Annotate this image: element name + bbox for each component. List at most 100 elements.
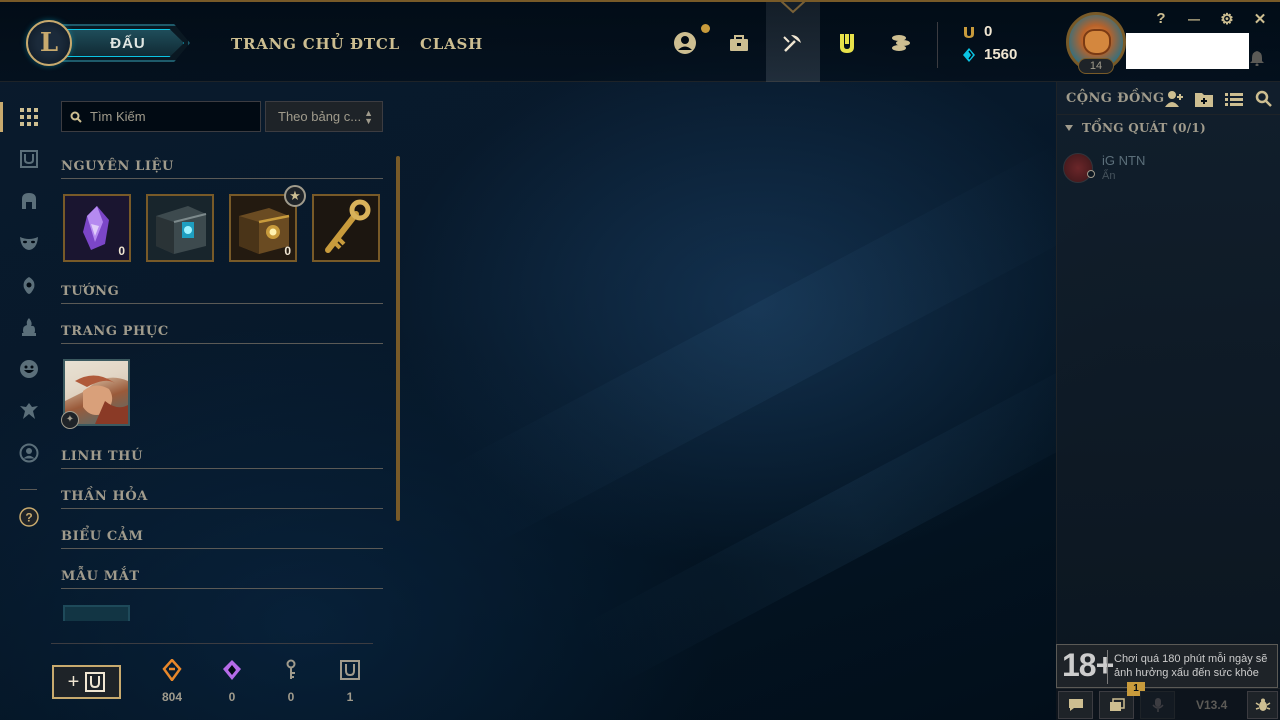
search-placeholder: Tìm Kiếm (90, 109, 146, 124)
chest-filter-icon[interactable] (18, 148, 40, 170)
ward-filter-icon[interactable] (18, 400, 40, 422)
loot-sort-dropdown[interactable]: Theo bảng c... ▲ ▼ (265, 101, 383, 132)
tft-pass-icon[interactable] (832, 28, 862, 58)
collection-icon[interactable] (724, 28, 754, 58)
loot-crafting-icon[interactable] (778, 28, 808, 58)
orange-essence-icon (162, 659, 182, 681)
skin-filter-icon[interactable] (18, 232, 40, 254)
add-folder-icon[interactable] (1194, 90, 1214, 108)
loot-tile-hextech-chest[interactable] (146, 194, 214, 262)
hextech-chest-icon (148, 196, 212, 260)
settings-button[interactable]: ⚙ (1218, 10, 1236, 28)
chest-balance: 1 (330, 659, 370, 704)
nav-home[interactable]: TRANG CHỦ (231, 35, 344, 53)
loot-scrollbar[interactable] (396, 156, 400, 521)
rail-active-indicator (0, 102, 3, 132)
report-bug-button[interactable] (1247, 691, 1278, 719)
friend-name[interactable]: iG NTN (1102, 153, 1145, 168)
bell-icon[interactable] (1250, 50, 1264, 66)
mythic-essence-value: 0 (228, 690, 236, 704)
profile-icon[interactable] (670, 28, 700, 58)
dropdown-arrows-icon: ▲ ▼ (364, 108, 373, 126)
friend-avatar[interactable] (1063, 153, 1093, 183)
search-icon (70, 111, 82, 123)
key-fragment-icon (286, 659, 296, 679)
key-fragment-balance: 0 (271, 659, 311, 704)
mythic-essence-balance: 0 (212, 659, 252, 704)
play-button[interactable]: ĐẤU (58, 24, 190, 62)
icon-filter-icon[interactable] (18, 442, 40, 464)
hextech-key-icon (314, 196, 378, 260)
loot-search-field[interactable]: Tìm Kiếm (61, 101, 261, 132)
rp-value: 0 (984, 23, 993, 40)
notification-dot (701, 24, 710, 33)
loot-footer-divider (51, 643, 373, 644)
loot-tile-mythic-essence[interactable]: 0 (63, 194, 131, 262)
voice-button[interactable] (1140, 691, 1175, 719)
client-version: V13.4 (1196, 698, 1228, 712)
client-window: ĐẤU L TRANG CHỦ ĐTCL CLASH 0 1560 14 ? —… (0, 0, 1280, 720)
age-warning-text: Chơi quá 180 phút mỗi ngày sẽ ảnh hưởng … (1114, 653, 1268, 679)
minimize-button[interactable]: — (1185, 12, 1203, 26)
craft-key-button[interactable]: + (52, 665, 121, 699)
section-companions: LINH THÚ (61, 449, 144, 464)
section-divider (61, 548, 383, 549)
bug-icon (1255, 698, 1270, 711)
section-skins: TRANG PHỤC (61, 324, 169, 339)
section-ward-skins: MẪU MẮT (61, 569, 140, 584)
totem-filter-icon[interactable] (18, 316, 40, 338)
tile-count: 0 (118, 244, 125, 258)
section-materials: NGUYÊN LIỆU (61, 159, 174, 174)
companion-filter-icon[interactable] (18, 274, 40, 296)
section-totems: THẦN HỎA (61, 489, 148, 504)
skin-rarity-icon: ✦ (61, 411, 79, 429)
age-divider (1107, 650, 1108, 684)
orange-essence-value: 804 (161, 690, 183, 704)
star-badge: ★ (284, 185, 306, 207)
microphone-icon (1151, 698, 1164, 712)
close-button[interactable]: ✕ (1251, 10, 1269, 28)
store-icon[interactable] (886, 28, 916, 58)
collapse-caret-icon[interactable] (1065, 125, 1073, 131)
message-stack-icon (1109, 698, 1125, 711)
play-button-label: ĐẤU (110, 34, 146, 52)
age-rating: 18+ (1062, 647, 1114, 683)
search-friends-icon[interactable] (1254, 90, 1274, 108)
social-title: CỘNG ĐỒNG (1066, 91, 1165, 106)
section-emotes: BIỂU CẢM (61, 529, 144, 544)
nav-tft[interactable]: ĐTCL (350, 35, 400, 53)
list-view-icon[interactable] (1224, 90, 1244, 108)
rail-separator (20, 489, 37, 490)
craft-plus: + (67, 670, 80, 693)
tile-count: 0 (284, 244, 291, 258)
section-divider (61, 343, 383, 344)
nav-clash[interactable]: CLASH (420, 35, 483, 53)
summoner-name-box[interactable] (1126, 33, 1249, 69)
chat-bubble-icon (1068, 699, 1083, 711)
loot-tile-key[interactable] (312, 194, 380, 262)
be-balance[interactable]: 1560 (962, 46, 1017, 63)
sort-label: Theo bảng c... (278, 109, 362, 124)
social-divider (1056, 114, 1280, 115)
emote-filter-icon[interactable] (18, 358, 40, 380)
all-loot-icon[interactable] (18, 106, 40, 128)
rp-balance[interactable]: 0 (962, 23, 992, 40)
help-icon[interactable]: ? (18, 506, 40, 528)
background-streak (439, 142, 1101, 552)
friend-group-title[interactable]: TỔNG QUÁT (0/1) (1082, 121, 1206, 135)
help-button[interactable]: ? (1152, 10, 1170, 27)
league-logo-icon[interactable]: L (26, 20, 72, 66)
friend-status-icon (1087, 170, 1095, 178)
champion-filter-icon[interactable] (18, 190, 40, 212)
section-divider (61, 588, 383, 589)
loot-tile-ward[interactable] (63, 605, 130, 621)
add-friend-icon[interactable] (1164, 90, 1184, 108)
friend-status-text: Ẩn (1102, 170, 1116, 182)
be-value: 1560 (984, 46, 1018, 63)
key-fragment-value: 0 (287, 690, 295, 704)
chat-button[interactable] (1058, 691, 1093, 719)
section-divider (61, 468, 383, 469)
chest-icon (340, 660, 360, 680)
section-champions: TƯỚNG (61, 284, 120, 299)
summoner-level: 14 (1078, 58, 1114, 74)
